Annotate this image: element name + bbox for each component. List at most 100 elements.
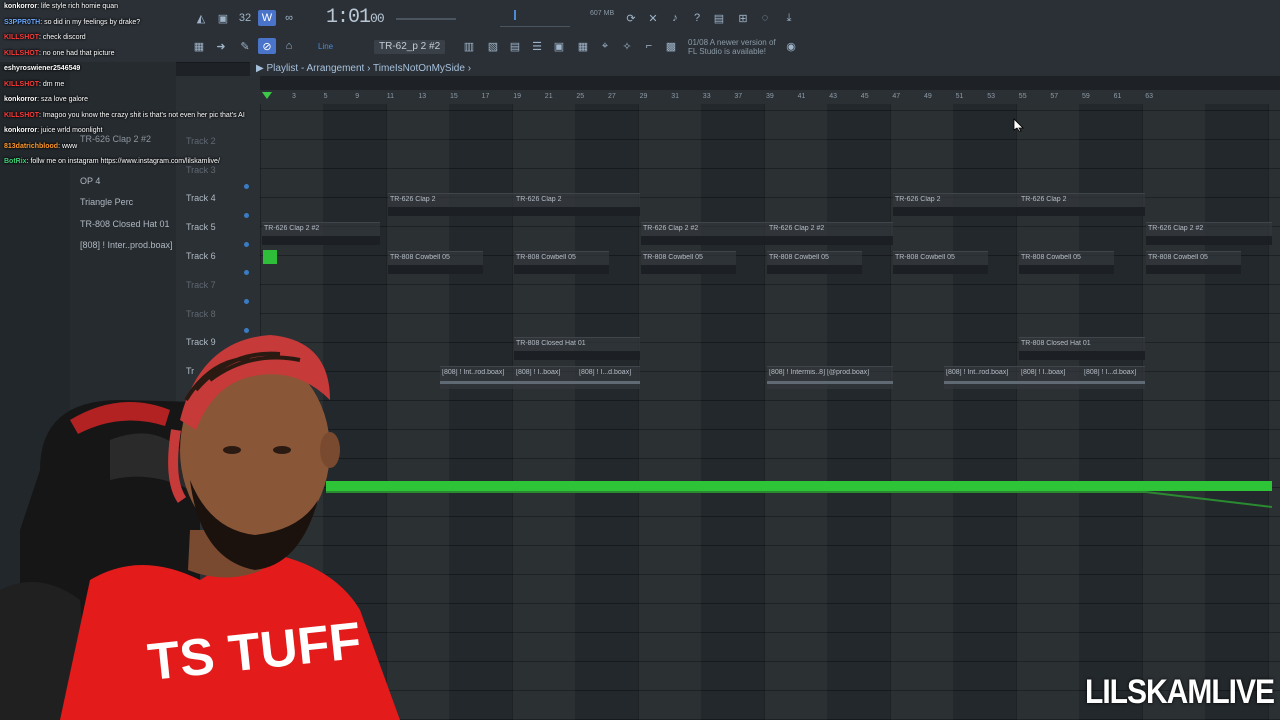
pattern-clip[interactable]: TR-626 Clap 2: [893, 193, 1019, 216]
track-mute-dot[interactable]: [244, 270, 249, 275]
pattern-selector[interactable]: TR-62_p 2 #2: [374, 40, 445, 54]
audio-clip[interactable]: [808] ! I..boax]: [1019, 366, 1082, 389]
track-mute-dot[interactable]: [244, 242, 249, 247]
master-pitch-slider[interactable]: [396, 18, 456, 20]
track-label[interactable]: Track 5: [186, 222, 216, 232]
ruler-number: 27: [608, 93, 616, 100]
track-label[interactable]: Track 7: [186, 280, 216, 290]
pattern-clip[interactable]: TR-626 Clap 2 #2: [262, 222, 380, 245]
pattern-clip[interactable]: TR-808 Closed Hat 01: [514, 337, 640, 360]
chat-text: : so did in my feelings by drake?: [40, 18, 141, 26]
chat-username: konkorror: [4, 127, 38, 134]
tools-icon[interactable]: ✕: [644, 10, 662, 26]
ruler-number: 19: [513, 93, 521, 100]
ruler-number: 53: [987, 93, 995, 100]
ruler-number: 29: [639, 93, 648, 100]
mixer-icon[interactable]: ☰: [528, 38, 546, 54]
track-label[interactable]: Track 8: [186, 309, 216, 319]
pattern-clip[interactable]: TR-808 Cowbell 05: [893, 251, 988, 274]
pattern-clip[interactable]: TR-626 Clap 2 #2: [1146, 222, 1272, 245]
audio-clip[interactable]: [808] ! I..boax]: [514, 366, 577, 389]
refresh-icon[interactable]: ⟳: [622, 10, 640, 26]
track-mute-dot[interactable]: [244, 213, 249, 218]
pattern-clip[interactable]: TR-808 Cowbell 05: [641, 251, 736, 274]
ruler-number: 33: [702, 93, 711, 100]
chat-text: : sza love galore: [37, 96, 89, 103]
chat-message: konkorror: juice wrld moonlight: [4, 127, 102, 134]
chat-text: : life style rich homie quan: [37, 3, 118, 10]
browser-item[interactable]: TR-808 Closed Hat 01: [80, 219, 170, 229]
channel-rack-icon[interactable]: ▤: [506, 38, 524, 54]
chat-username: S3PPR0TH: [4, 18, 41, 26]
pattern-clip[interactable]: TR-808 Cowbell 05: [388, 251, 483, 274]
help-icon[interactable]: ?: [688, 10, 706, 26]
pattern-clip[interactable]: TR-808 Closed Hat 01: [1019, 337, 1145, 360]
browser-item[interactable]: Triangle Perc: [80, 197, 133, 207]
ruler-number: 59: [1082, 93, 1090, 100]
track-mute-dot[interactable]: [244, 299, 249, 304]
chat-icon[interactable]: ◌: [756, 10, 774, 26]
update-notice[interactable]: 01/08 A newer version of FL Studio is av…: [688, 38, 778, 56]
cpu-meter: [500, 10, 580, 32]
pattern-clip[interactable]: TR-808 Cowbell 05: [767, 251, 862, 274]
mic-icon[interactable]: ⌐: [640, 38, 658, 54]
tag-icon[interactable]: ⌖: [596, 38, 614, 54]
ruler-number: 37: [734, 93, 743, 100]
song-position-display[interactable]: 1:0100: [326, 6, 385, 29]
chat-message: 813datrichblood: www: [4, 143, 77, 150]
playlist-icon[interactable]: ▥: [460, 38, 478, 54]
selected-clip[interactable]: [263, 250, 277, 264]
breadcrumb: ▶ Playlist - Arrangement › TimeIsNotOnMy…: [250, 62, 1280, 76]
ruler-number: 45: [860, 93, 869, 100]
pattern-clip[interactable]: TR-808 Cowbell 05: [1146, 251, 1241, 274]
chat-message: konkorror: life style rich homie quan: [4, 3, 118, 10]
grid-icon[interactable]: ▩: [662, 38, 680, 54]
touch-icon[interactable]: ✧: [618, 38, 636, 54]
ruler-number: 31: [671, 93, 679, 100]
pattern-clip[interactable]: TR-626 Clap 2: [1019, 193, 1145, 216]
breadcrumb-song[interactable]: TimeIsNotOnMySide: [373, 63, 465, 74]
automation-clip[interactable]: [326, 481, 1272, 491]
ruler-number: 55: [1018, 93, 1027, 100]
audio-clip[interactable]: [808] ! Int..rod.boax]: [944, 366, 1019, 389]
pattern-clip[interactable]: TR-808 Cowbell 05: [514, 251, 609, 274]
browser-item[interactable]: [808] ! Inter..prod.boax]: [80, 240, 173, 250]
audio-clip[interactable]: [808] ! I...d.boax]: [1082, 366, 1145, 389]
piano-roll-icon[interactable]: ▧: [484, 38, 502, 54]
track-mute-dot[interactable]: [244, 184, 249, 189]
audio-clip[interactable]: [808] ! Int..rod.boax]: [440, 366, 514, 389]
automation-curve[interactable]: [326, 491, 1272, 511]
chat-username: konkorror: [4, 3, 38, 10]
track-label[interactable]: Track 6: [186, 251, 216, 261]
audio-clip[interactable]: [808] ! I...d.boax]: [577, 366, 640, 389]
chat-message: KILLSHOT: check discord: [4, 34, 86, 41]
plugin-picker-icon[interactable]: ▦: [574, 38, 592, 54]
chat-username: 813datrichblood: [4, 142, 59, 150]
ruler-number: 51: [955, 93, 964, 100]
ruler-number: 47: [892, 93, 901, 100]
pattern-clip[interactable]: TR-626 Clap 2: [514, 193, 640, 216]
ruler-number: 41: [797, 93, 806, 100]
track-label[interactable]: Track 4: [186, 193, 216, 203]
download-icon[interactable]: ⤓: [780, 10, 798, 26]
pattern-clip[interactable]: TR-626 Clap 2: [388, 193, 514, 216]
globe-icon[interactable]: ◉: [782, 38, 800, 54]
browser-item[interactable]: OP 4: [80, 176, 100, 186]
chat-text: : www: [58, 142, 78, 150]
plugin-icon[interactable]: ⊞: [734, 10, 752, 26]
channel-watermark: LILSKAMLIVE: [1085, 672, 1275, 711]
chat-username: KILLSHOT: [4, 49, 39, 57]
webcam-feed: TS TUFF: [0, 335, 400, 720]
microphone-icon[interactable]: ♪: [666, 10, 684, 26]
pattern-clip[interactable]: TR-626 Clap 2 #2: [641, 222, 767, 245]
snap-mode-label[interactable]: Line: [318, 42, 333, 51]
pattern-clip[interactable]: TR-626 Clap 2 #2: [767, 222, 893, 245]
browser-icon[interactable]: ▣: [550, 38, 568, 54]
chat-text: : dm me: [39, 80, 65, 88]
pattern-clip[interactable]: TR-808 Cowbell 05: [1019, 251, 1114, 274]
ruler-number: 39: [766, 93, 774, 100]
audio-clip[interactable]: [808] ! Intermis..8] [@prod.boax]: [767, 366, 893, 389]
chat-username: konkorror: [4, 96, 38, 103]
chat-message: KILLSHOT: no one had that picture: [4, 50, 115, 57]
save-icon[interactable]: ▤: [710, 10, 728, 26]
